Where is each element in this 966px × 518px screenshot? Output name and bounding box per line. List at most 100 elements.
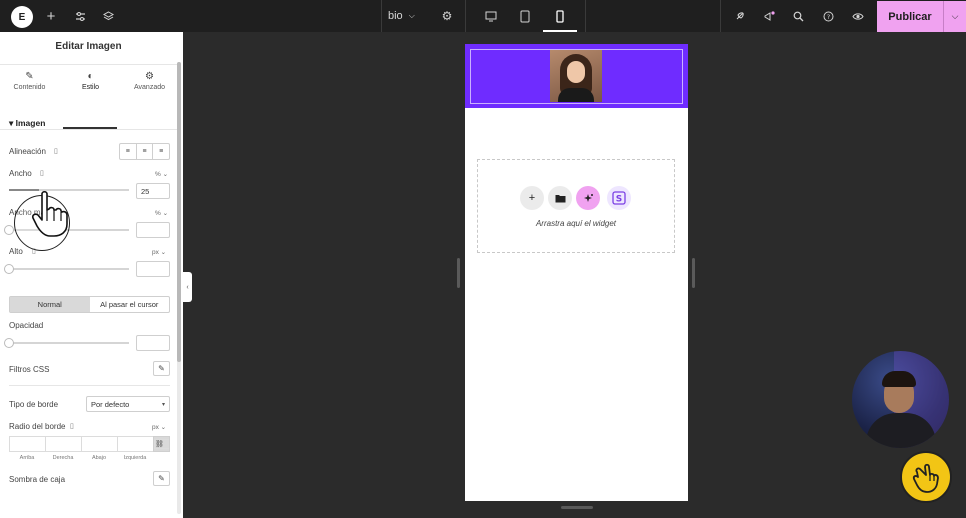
mobile-view-button[interactable] xyxy=(548,0,572,32)
editor-panel: Editar Imagen ✎ Contenido ◐ Estilo ⚙ Ava… xyxy=(0,32,183,518)
pencil-icon: ✎ xyxy=(158,474,165,483)
page-name: bio xyxy=(388,10,403,22)
unit-label: % xyxy=(155,171,161,178)
mobile-preview-canvas xyxy=(465,44,688,501)
help-button[interactable]: ? xyxy=(818,0,838,32)
height-slider-track[interactable] xyxy=(9,268,129,270)
site-planner-button[interactable] xyxy=(729,0,749,32)
profile-image[interactable] xyxy=(550,50,602,102)
side-label: Arriba xyxy=(19,455,35,461)
responsive-mobile-icon: ▯ xyxy=(40,170,44,177)
chevron-down-icon: ⌵ xyxy=(408,11,415,20)
height-unit-select[interactable]: px ⌄ xyxy=(152,248,166,256)
align-right-button[interactable]: ≡ xyxy=(153,144,169,159)
add-template-button[interactable] xyxy=(548,186,572,210)
collapse-panel-button[interactable]: ‹ xyxy=(183,272,192,302)
radius-bottom-input[interactable] xyxy=(81,436,117,452)
state-normal-tab[interactable]: Normal xyxy=(10,297,90,312)
half-circle-icon: ◐ xyxy=(87,71,94,82)
brand-s-icon: S xyxy=(612,191,626,205)
opacity-input[interactable] xyxy=(136,335,170,351)
side-label: Abajo xyxy=(91,455,107,461)
preview-button[interactable] xyxy=(848,0,868,32)
tablet-view-button[interactable] xyxy=(514,0,536,32)
hand-cursor-icon xyxy=(32,190,68,237)
alignment-control: ≡ ≡ ≡ xyxy=(119,143,170,160)
radius-left-input[interactable] xyxy=(117,436,153,452)
max-width-unit-select[interactable]: % ⌄ xyxy=(155,209,168,217)
alignment-label: Alineación xyxy=(9,147,46,156)
panel-scrollbar-thumb[interactable] xyxy=(177,62,181,362)
chevron-down-icon: ▾ xyxy=(161,401,165,408)
page-settings-button[interactable]: ⚙ xyxy=(437,0,457,32)
publish-options-button[interactable]: ⌵ xyxy=(943,1,966,32)
border-type-value: Por defecto xyxy=(91,399,130,409)
ai-build-button[interactable] xyxy=(576,186,600,210)
border-radius-side-labels: Arriba Derecha Abajo Izquierda xyxy=(9,455,153,461)
eye-icon xyxy=(852,12,864,20)
svg-text:?: ? xyxy=(826,13,829,21)
width-input[interactable]: 25 xyxy=(136,183,170,199)
presenter-webcam xyxy=(852,351,949,448)
search-button[interactable] xyxy=(788,0,808,32)
toolbar-divider xyxy=(465,0,466,32)
structure-button[interactable] xyxy=(97,0,119,32)
tab-advanced[interactable]: ⚙ Avanzado xyxy=(120,65,179,129)
border-radius-label: Radio del borde xyxy=(9,422,66,431)
add-element-button[interactable]: + xyxy=(40,0,62,32)
side-label: Derecha xyxy=(52,455,74,461)
box-shadow-edit-button[interactable]: ✎ xyxy=(153,471,170,486)
svg-text:S: S xyxy=(616,195,622,205)
css-filters-label: Filtros CSS xyxy=(9,365,50,374)
chevron-left-icon: ‹ xyxy=(186,283,189,291)
elementor-logo-icon[interactable]: E xyxy=(11,6,33,28)
height-input[interactable] xyxy=(136,261,170,277)
height-label: Alto xyxy=(9,247,23,256)
opacity-slider-handle[interactable] xyxy=(4,338,14,348)
border-radius-inputs: ⛓ xyxy=(9,436,170,452)
widget-drop-zone[interactable] xyxy=(477,159,675,253)
canvas-resize-handle-left[interactable] xyxy=(457,258,460,288)
gear-icon: ⚙ xyxy=(145,71,154,82)
starter-kit-button[interactable]: S xyxy=(607,186,631,210)
presenter-hair xyxy=(882,371,916,387)
max-width-slider-handle[interactable] xyxy=(4,225,14,235)
css-filters-edit-button[interactable]: ✎ xyxy=(153,361,170,376)
state-hover-tab[interactable]: Al pasar el cursor xyxy=(90,297,170,312)
align-left-button[interactable]: ≡ xyxy=(120,144,137,159)
desktop-view-button[interactable] xyxy=(480,0,502,32)
opacity-slider-track[interactable] xyxy=(9,342,129,344)
page-selector[interactable]: bio ⌵ xyxy=(388,0,428,32)
publish-button[interactable]: Publicar xyxy=(877,1,943,32)
radius-right-input[interactable] xyxy=(45,436,81,452)
folder-icon xyxy=(555,194,565,202)
width-unit-select[interactable]: % ⌄ xyxy=(155,170,168,178)
site-settings-button[interactable] xyxy=(69,0,91,32)
section-title-text: Imagen xyxy=(15,118,46,128)
border-radius-unit-select[interactable]: px ⌄ xyxy=(152,423,166,431)
radius-top-input[interactable] xyxy=(9,436,45,452)
search-icon xyxy=(793,11,803,21)
width-label: Ancho xyxy=(9,169,32,178)
drop-zone-hint: Arrastra aquí el widget xyxy=(535,219,617,228)
tab-style[interactable]: ◐ Estilo xyxy=(61,65,120,129)
border-type-label: Tipo de borde xyxy=(9,400,59,409)
align-center-button[interactable]: ≡ xyxy=(137,144,154,159)
panel-title: Editar Imagen xyxy=(55,41,122,52)
canvas-resize-handle-bottom[interactable] xyxy=(561,506,593,509)
height-slider-handle[interactable] xyxy=(4,264,14,274)
active-tab-indicator xyxy=(63,127,117,129)
tablet-icon xyxy=(520,10,530,22)
sparkles-icon xyxy=(583,193,593,202)
toolbar-divider xyxy=(720,0,721,32)
whats-new-button[interactable] xyxy=(759,0,779,32)
unit-label: % xyxy=(155,210,161,217)
layers-icon xyxy=(102,10,114,20)
tab-label: Estilo xyxy=(81,84,100,91)
link-values-button[interactable]: ⛓ xyxy=(153,436,170,452)
max-width-input[interactable] xyxy=(136,222,170,238)
section-title[interactable]: ▾ Imagen xyxy=(9,118,45,129)
add-section-button[interactable]: + xyxy=(520,186,544,210)
canvas-resize-handle-right[interactable] xyxy=(692,258,695,288)
border-type-select[interactable]: Por defecto ▾ xyxy=(86,396,170,412)
